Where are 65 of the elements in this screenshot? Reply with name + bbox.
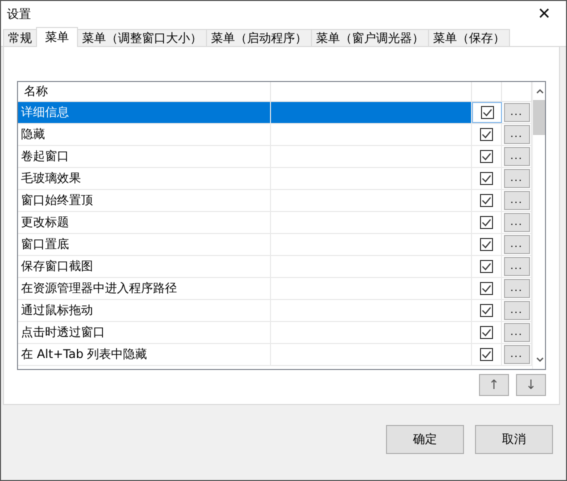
options-button[interactable]: ... [504,213,530,232]
move-down-button[interactable]: ↓ [516,374,546,396]
checkbox[interactable] [480,150,493,163]
table-cell[interactable]: 在资源管理器中进入程序路径 [18,278,271,299]
options-button[interactable]: ... [504,235,530,254]
options-button[interactable]: ... [504,257,530,276]
list-row[interactable]: 点击时透过窗口 ... [18,322,532,344]
cancel-button[interactable]: 取消 [475,425,553,454]
tab[interactable]: 菜单（窗户调光器） [311,29,429,46]
options-button[interactable]: ... [504,103,530,122]
list-row[interactable]: 详细信息 ... [18,102,532,124]
scroll-down-icon[interactable] [535,356,545,364]
column-header[interactable]: 名称 [18,82,271,101]
list-row[interactable]: 隐藏 ... [18,124,532,146]
scroll-up-icon[interactable] [535,87,545,95]
options-button[interactable]: ... [504,345,530,364]
table-cell[interactable]: 隐藏 [18,124,271,145]
list-row[interactable]: 更改标题 ... [18,212,532,234]
checkbox[interactable] [480,194,493,207]
tab[interactable]: 常规 [3,29,37,46]
table-cell[interactable]: 在 Alt+Tab 列表中隐藏 [18,344,271,365]
close-button[interactable]: ✕ [522,1,566,27]
table-cell[interactable]: 详细信息 [18,102,271,123]
checkbox[interactable] [480,260,493,273]
tab[interactable]: 菜单 [36,27,78,47]
tab[interactable]: 菜单（调整窗口大小） [77,29,207,46]
checkbox[interactable] [480,106,494,119]
checkbox[interactable] [480,304,493,317]
options-button[interactable]: ... [504,169,530,188]
window-title: 设置 [7,6,31,22]
list-row[interactable]: 卷起窗口 ... [18,146,532,168]
options-button[interactable]: ... [504,125,530,144]
options-button[interactable]: ... [504,323,530,342]
options-button[interactable]: ... [504,191,530,210]
ok-button[interactable]: 确定 [386,425,464,454]
list-row[interactable]: 通过鼠标拖动 ... [18,300,532,322]
checkbox[interactable] [480,238,493,251]
checkbox[interactable] [480,216,493,229]
list-row[interactable]: 保存窗口截图 ... [18,256,532,278]
move-up-button[interactable]: ↑ [479,374,509,396]
tab[interactable]: 菜单（保存） [428,29,510,46]
table-cell[interactable]: 卷起窗口 [18,146,271,167]
table-cell[interactable]: 窗口始终置顶 [18,190,271,211]
table-cell[interactable]: 保存窗口截图 [18,256,271,277]
table-cell[interactable]: 窗口置底 [18,234,271,255]
options-button[interactable]: ... [504,279,530,298]
list-row[interactable]: 在资源管理器中进入程序路径 ... [18,278,532,300]
options-button[interactable]: ... [504,147,530,166]
checkbox[interactable] [480,348,493,361]
list-row[interactable]: 毛玻璃效果 ... [18,168,532,190]
checkbox[interactable] [480,282,493,295]
tab[interactable]: 菜单（启动程序） [206,29,312,46]
scrollbar[interactable] [532,82,545,369]
table-cell[interactable]: 更改标题 [18,212,271,233]
checkbox[interactable] [480,326,493,339]
checkbox[interactable] [480,128,493,141]
table-cell[interactable]: 点击时透过窗口 [18,322,271,343]
list-row[interactable]: 在 Alt+Tab 列表中隐藏 ... [18,344,532,366]
options-button[interactable]: ... [504,301,530,320]
list-row[interactable]: 窗口始终置顶 ... [18,190,532,212]
table-cell[interactable]: 通过鼠标拖动 [18,300,271,321]
list-row[interactable]: 窗口置底 ... [18,234,532,256]
table-cell[interactable]: 毛玻璃效果 [18,168,271,189]
checkbox[interactable] [480,172,493,185]
scroll-thumb[interactable] [533,100,545,135]
